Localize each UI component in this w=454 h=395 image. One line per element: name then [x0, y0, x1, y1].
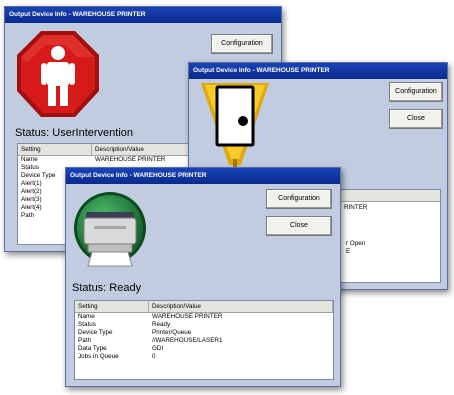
close-button[interactable]: Close: [266, 216, 332, 236]
setting-cell: Name: [21, 156, 38, 163]
value-cell: WAREHOUSE PRINTER: [152, 313, 223, 320]
table-row: Data Type GDI: [75, 345, 333, 353]
setting-cell: Status: [78, 321, 96, 328]
table-fragment: RINTER: [344, 204, 368, 211]
printer-ready-icon: [74, 192, 146, 267]
column-header-value[interactable]: Description/Value: [149, 301, 333, 312]
table-fragment: E: [346, 248, 351, 255]
table-row: Status Ready: [75, 321, 333, 329]
close-button[interactable]: Close: [389, 109, 443, 129]
value-cell: Ready: [152, 321, 171, 328]
table-header: Setting Description/Value: [75, 301, 333, 313]
value-cell: Printer/Queue: [152, 329, 192, 336]
stop-sign-person-icon: [17, 31, 99, 117]
column-header-setting[interactable]: Setting: [75, 301, 149, 312]
status-text: Status: Ready: [72, 282, 142, 294]
warning-door-icon: [201, 83, 269, 171]
table-row: Name WAREHOUSE PRINTER: [75, 313, 333, 321]
setting-cell: Device Type: [78, 329, 113, 336]
table-fragment: r Open: [346, 240, 366, 247]
setting-cell: Path: [78, 337, 91, 344]
table-row: Path //WAREHOUSE/LASER1: [75, 337, 333, 345]
table-row: Jobs in Queue 0: [75, 353, 333, 361]
column-header-setting[interactable]: Setting: [18, 144, 92, 155]
configuration-button[interactable]: Configuration: [389, 82, 443, 102]
setting-cell: Name: [78, 313, 95, 320]
value-cell: //WAREHOUSE/LASER1: [152, 337, 223, 344]
settings-table: Setting Description/Value Name WAREHOUSE …: [74, 300, 334, 380]
configuration-button[interactable]: Configuration: [266, 189, 332, 209]
status-text: Status: UserIntervention: [15, 127, 134, 139]
value-cell: GDI: [152, 345, 164, 352]
setting-cell: Data Type: [78, 345, 107, 352]
window-titlebar[interactable]: Output Device Info - WAREHOUSE PRINTER: [189, 63, 447, 79]
table-row: Device Type Printer/Queue: [75, 329, 333, 337]
value-cell: 0: [152, 353, 156, 360]
configuration-button[interactable]: Configuration: [211, 34, 273, 54]
device-info-window-front: Output Device Info - WAREHOUSE PRINTER C…: [65, 167, 341, 387]
setting-cell: Jobs in Queue: [78, 353, 119, 360]
window-titlebar[interactable]: Output Device Info - WAREHOUSE PRINTER: [66, 168, 340, 184]
window-titlebar[interactable]: Output Device Info - WAREHOUSE PRINTER: [5, 7, 281, 23]
